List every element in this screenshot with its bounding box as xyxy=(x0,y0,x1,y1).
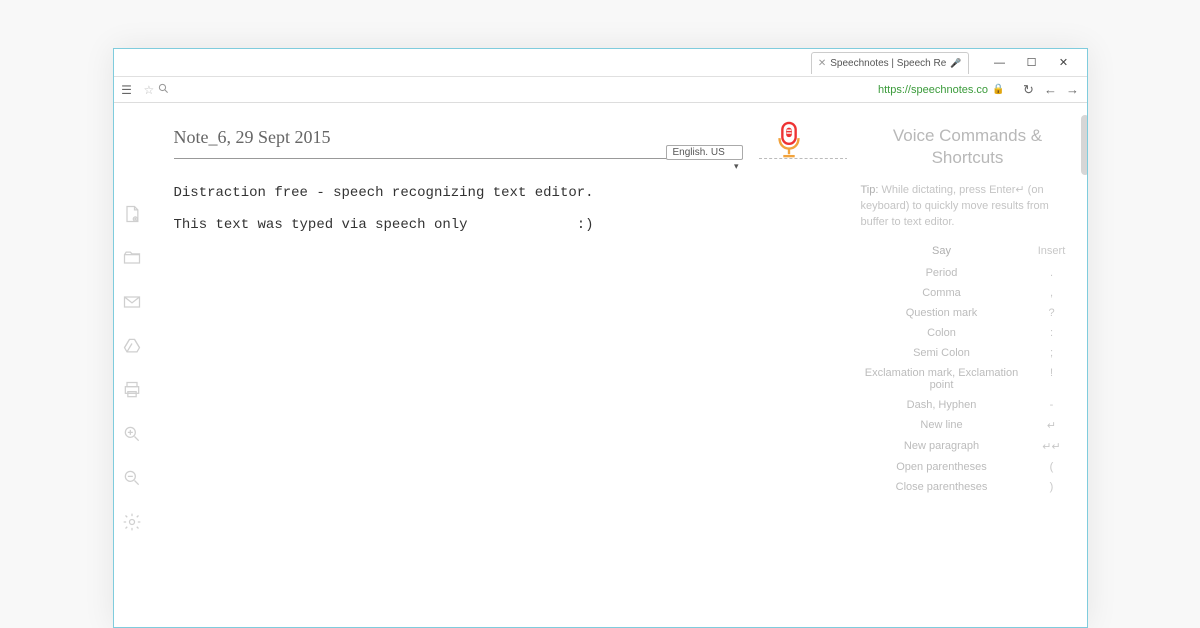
lock-icon: 🔒 xyxy=(992,84,1004,95)
drive-icon[interactable] xyxy=(121,335,143,357)
command-say: Semi Colon xyxy=(861,347,1029,359)
command-row: Period. xyxy=(861,263,1075,283)
command-say: Exclamation mark, Exclamation point xyxy=(861,367,1029,391)
settings-icon[interactable] xyxy=(121,511,143,533)
nav-buttons: ↻ ← → xyxy=(1015,82,1081,98)
col-insert: Insert xyxy=(1029,245,1075,257)
scrollbar-thumb[interactable] xyxy=(1081,115,1087,175)
command-insert: ( xyxy=(1029,461,1075,473)
commands-table: Say Insert Period.Comma,Question mark?Co… xyxy=(861,245,1075,497)
zoom-in-icon[interactable] xyxy=(121,423,143,445)
note-body[interactable]: Distraction free - speech recognizing te… xyxy=(174,185,823,233)
note-title-row: Note_6, 29 Sept 2015 English. US xyxy=(174,127,743,159)
command-row: Dash, Hyphen- xyxy=(861,395,1075,415)
command-insert: ) xyxy=(1029,481,1075,493)
command-insert: ? xyxy=(1029,307,1075,319)
command-insert: ; xyxy=(1029,347,1075,359)
command-say: Period xyxy=(861,267,1029,279)
command-insert: ! xyxy=(1029,367,1075,391)
command-insert: . xyxy=(1029,267,1075,279)
command-row: Exclamation mark, Exclamation point! xyxy=(861,363,1075,395)
zoom-out-icon[interactable] xyxy=(121,467,143,489)
left-toolbar xyxy=(114,103,150,627)
col-say: Say xyxy=(861,245,1029,257)
command-say: New paragraph xyxy=(861,440,1029,453)
command-row: New paragraph↵↵ xyxy=(861,436,1075,457)
forward-icon[interactable]: → xyxy=(1065,82,1081,98)
command-row: Open parentheses( xyxy=(861,457,1075,477)
command-say: New line xyxy=(861,419,1029,432)
command-say: Dash, Hyphen xyxy=(861,399,1029,411)
url-field[interactable]: ☆ https://speechnotes.co 🔒 xyxy=(140,81,1009,99)
command-row: Close parentheses) xyxy=(861,477,1075,497)
print-icon[interactable] xyxy=(121,379,143,401)
close-button[interactable]: ✕ xyxy=(1051,54,1077,72)
url-text: https://speechnotes.co 🔒 xyxy=(878,84,1005,96)
browser-tab[interactable]: ✕ Speechnotes | Speech Re 🎤 xyxy=(811,52,969,74)
language-select[interactable]: English. US xyxy=(666,145,743,160)
command-insert: - xyxy=(1029,399,1075,411)
command-insert: ↵ xyxy=(1029,419,1075,432)
menu-icon[interactable]: ☰ xyxy=(120,83,134,97)
command-insert: : xyxy=(1029,327,1075,339)
window-controls: — ☐ ✕ xyxy=(977,54,1087,72)
command-row: New line↵ xyxy=(861,415,1075,436)
command-say: Open parentheses xyxy=(861,461,1029,473)
search-icon[interactable] xyxy=(158,83,169,97)
page-content: Note_6, 29 Sept 2015 English. US xyxy=(114,103,1087,627)
sidebar-heading: Voice Commands & Shortcuts xyxy=(861,125,1075,169)
command-row: Colon: xyxy=(861,323,1075,343)
editor-area: Note_6, 29 Sept 2015 English. US xyxy=(150,103,847,627)
titlebar: ✕ Speechnotes | Speech Re 🎤 — ☐ ✕ xyxy=(114,49,1087,77)
tab-mic-icon: 🎤 xyxy=(950,58,961,69)
maximize-button[interactable]: ☐ xyxy=(1019,54,1045,72)
star-icon[interactable]: ☆ xyxy=(144,83,155,97)
tab-close-icon[interactable]: ✕ xyxy=(818,58,826,69)
command-insert: , xyxy=(1029,287,1075,299)
reload-icon[interactable]: ↻ xyxy=(1021,82,1037,98)
command-say: Comma xyxy=(861,287,1029,299)
tip-text: Tip: While dictating, press Enter↵ (on k… xyxy=(861,183,1075,231)
open-folder-icon[interactable] xyxy=(121,247,143,269)
back-icon[interactable]: ← xyxy=(1043,82,1059,98)
note-title[interactable]: Note_6, 29 Sept 2015 xyxy=(174,127,331,147)
addressbar: ☰ ☆ https://speechnotes.co 🔒 ↻ ← → xyxy=(114,77,1087,103)
command-row: Comma, xyxy=(861,283,1075,303)
command-row: Semi Colon; xyxy=(861,343,1075,363)
command-row: Question mark? xyxy=(861,303,1075,323)
browser-window: ✕ Speechnotes | Speech Re 🎤 — ☐ ✕ ☰ ☆ ht… xyxy=(113,48,1088,628)
minimize-button[interactable]: — xyxy=(987,54,1013,72)
command-say: Question mark xyxy=(861,307,1029,319)
new-doc-icon[interactable] xyxy=(121,203,143,225)
command-say: Colon xyxy=(861,327,1029,339)
command-say: Close parentheses xyxy=(861,481,1029,493)
sidebar: Voice Commands & Shortcuts Tip: While di… xyxy=(847,103,1087,627)
command-insert: ↵↵ xyxy=(1029,440,1075,453)
email-icon[interactable] xyxy=(121,291,143,313)
tab-title: Speechnotes | Speech Re xyxy=(830,58,946,69)
